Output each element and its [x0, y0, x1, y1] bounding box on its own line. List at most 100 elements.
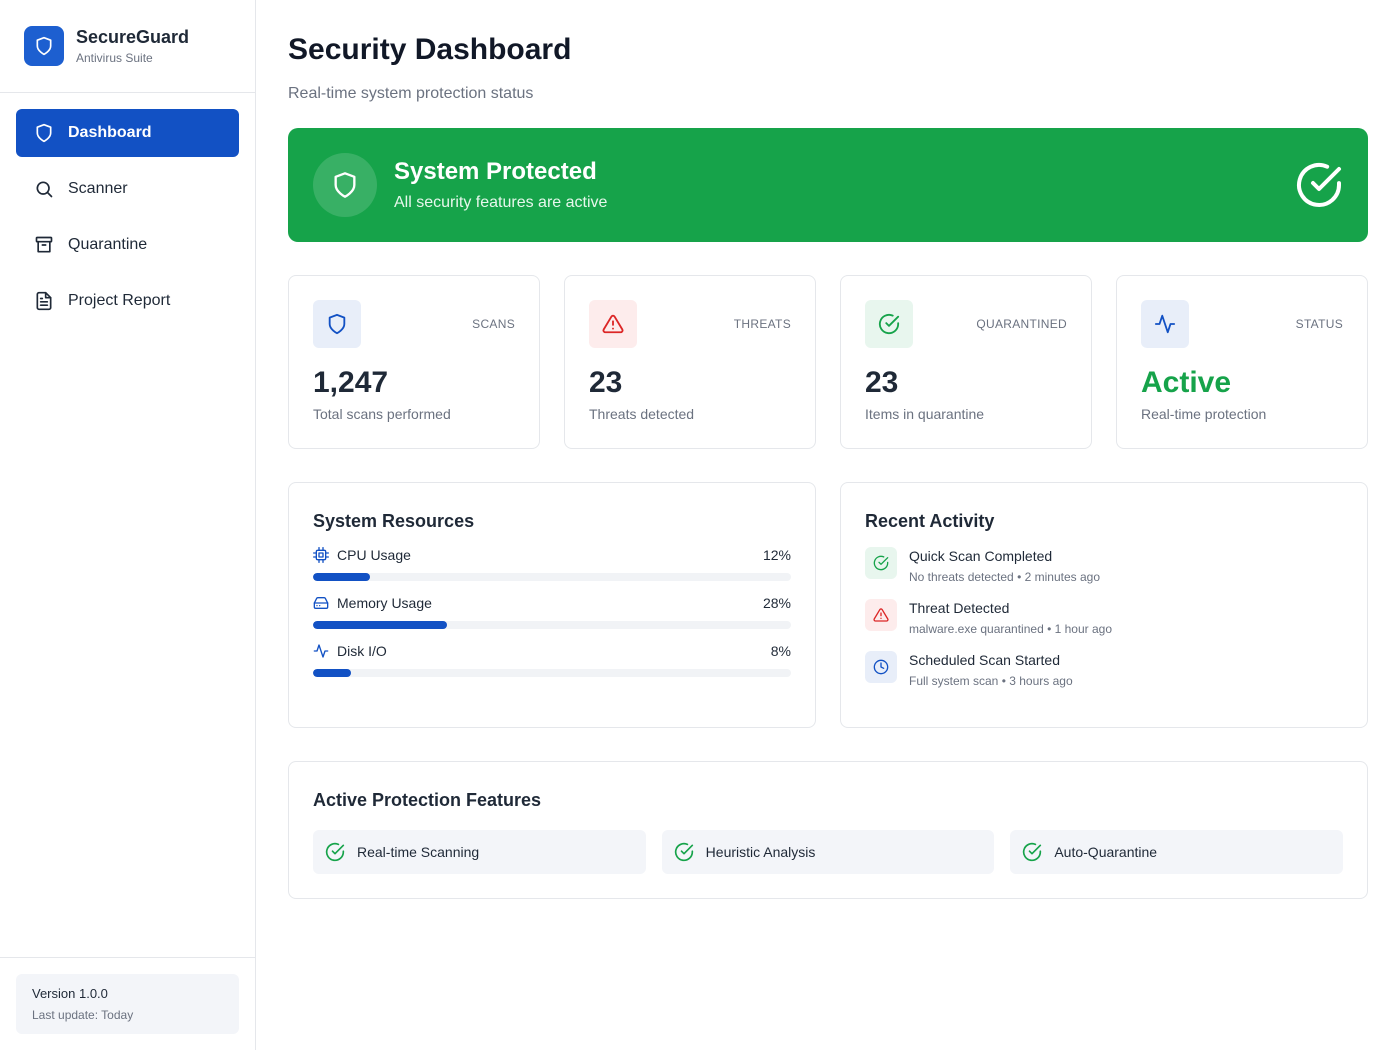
progress-fill — [313, 621, 447, 629]
system-resources-panel: System Resources CPU Usage 12% Memory Us… — [288, 482, 816, 728]
activity-icon — [313, 644, 329, 658]
check-circle-icon — [878, 313, 900, 335]
page-subtitle: Real-time system protection status — [288, 85, 534, 102]
details-row: System Resources CPU Usage 12% Memory Us… — [288, 482, 1368, 728]
activity-item: Threat Detected malware.exe quarantined … — [865, 599, 1343, 637]
activity-time: 1 hour ago — [1054, 622, 1113, 636]
feature-realtime-scanning: Real-time Scanning — [313, 830, 646, 874]
feature-auto-quarantine: Auto-Quarantine — [1010, 830, 1344, 874]
stat-label: THREATS — [733, 317, 791, 331]
recent-activity-panel: Recent Activity Quick Scan Completed No … — [840, 482, 1368, 728]
activity-time: 3 hours ago — [1009, 674, 1073, 688]
check-circle-icon — [1023, 842, 1042, 862]
progress-bar — [313, 621, 791, 629]
feature-label: Heuristic Analysis — [705, 844, 816, 860]
document-icon — [36, 291, 52, 311]
app-subtitle: Antivirus Suite — [76, 51, 153, 65]
search-icon — [36, 181, 53, 198]
activity-title: Quick Scan Completed — [909, 548, 1053, 564]
activity-time: 2 minutes ago — [1024, 570, 1100, 584]
sidebar-item-scanner[interactable]: Scanner — [16, 165, 239, 213]
resource-name: Memory Usage — [337, 595, 432, 611]
sidebar-item-label: Quarantine — [68, 236, 148, 253]
progress-bar — [313, 669, 791, 677]
resource-value: 8% — [770, 643, 791, 659]
stat-card-status: STATUS Active Real-time protection — [1116, 275, 1368, 449]
shield-icon — [36, 123, 52, 143]
hard-drive-icon — [313, 597, 329, 609]
stat-value: 23 — [865, 366, 899, 399]
stat-value: 1,247 — [313, 366, 389, 399]
resource-value: 28% — [762, 595, 791, 611]
feature-heuristic-analysis: Heuristic Analysis — [661, 830, 995, 874]
check-circle-icon — [674, 842, 693, 862]
check-circle-icon — [325, 842, 345, 862]
stat-label: STATUS — [1295, 317, 1343, 331]
panel-title: Recent Activity — [865, 511, 995, 531]
resource-name: Disk I/O — [337, 643, 387, 659]
banner-title: System Protected — [394, 158, 597, 185]
stat-card-scans: SCANS 1,247 Total scans performed — [288, 275, 540, 449]
sidebar-nav: Dashboard Scanner Quarantine Project Rep… — [0, 93, 255, 957]
feature-label: Auto-Quarantine — [1054, 844, 1158, 860]
shield-icon — [328, 313, 346, 335]
stat-value: 23 — [589, 366, 623, 399]
sidebar: SecureGuard Antivirus Suite Dashboard Sc… — [0, 0, 256, 1050]
clock-icon — [873, 659, 889, 675]
shield-icon — [36, 36, 52, 56]
progress-fill — [313, 669, 352, 677]
sidebar-item-label: Project Report — [68, 292, 171, 309]
stat-desc: Threats detected — [589, 406, 695, 422]
activity-detail: No threats detected — [909, 570, 1014, 584]
sidebar-item-label: Scanner — [68, 180, 128, 197]
check-circle-icon — [873, 555, 889, 571]
progress-fill — [313, 573, 371, 581]
activity-item: Quick Scan Completed No threats detected… — [865, 547, 1343, 585]
sidebar-item-label: Dashboard — [68, 124, 152, 141]
sidebar-item-project-report[interactable]: Project Report — [16, 277, 239, 325]
brand-logo — [24, 26, 64, 66]
sidebar-footer: Version 1.0.0 Last update: Today — [0, 957, 255, 1050]
stat-label: SCANS — [472, 317, 515, 331]
stat-card-threats: THREATS 23 Threats detected — [564, 275, 816, 449]
panel-title: System Resources — [313, 511, 475, 531]
archive-icon — [35, 236, 53, 253]
resource-memory: Memory Usage 28% — [313, 595, 791, 629]
app-name: SecureGuard — [76, 27, 190, 47]
cpu-icon — [313, 547, 329, 563]
panel-title: Active Protection Features — [313, 790, 542, 810]
activity-detail: malware.exe quarantined — [909, 622, 1044, 636]
banner-shield — [313, 153, 377, 217]
resource-value: 12% — [762, 547, 791, 563]
activity-detail: Full system scan — [909, 674, 999, 688]
stats-row: SCANS 1,247 Total scans performed THREAT… — [288, 275, 1368, 449]
stat-desc: Real-time protection — [1141, 406, 1267, 422]
sidebar-item-dashboard[interactable]: Dashboard — [16, 109, 239, 157]
protection-features-panel: Active Protection Features Real-time Sca… — [288, 761, 1368, 899]
stat-value: Active — [1141, 366, 1232, 399]
activity-title: Scheduled Scan Started — [909, 652, 1060, 668]
main-content: Security Dashboard Real-time system prot… — [256, 0, 1400, 1050]
stat-card-quarantined: QUARANTINED 23 Items in quarantine — [840, 275, 1092, 449]
page-title: Security Dashboard — [288, 33, 572, 66]
last-update-text: Last update: Today — [32, 1008, 134, 1022]
activity-item: Scheduled Scan Started Full system scan … — [865, 651, 1343, 689]
resource-name: CPU Usage — [337, 547, 411, 563]
brand: SecureGuard Antivirus Suite — [0, 0, 255, 93]
sidebar-item-quarantine[interactable]: Quarantine — [16, 221, 239, 269]
stat-label: QUARANTINED — [976, 317, 1067, 331]
banner-subtitle: All security features are active — [394, 194, 608, 211]
alert-triangle-icon — [873, 608, 889, 622]
progress-bar — [313, 573, 791, 581]
activity-title: Threat Detected — [909, 600, 1010, 616]
protection-banner: System Protected All security features a… — [288, 128, 1368, 242]
check-circle-icon — [1297, 163, 1341, 207]
stat-desc: Total scans performed — [313, 406, 451, 422]
stat-desc: Items in quarantine — [865, 406, 985, 422]
resource-disk: Disk I/O 8% — [313, 643, 791, 677]
shield-icon — [334, 172, 356, 198]
alert-triangle-icon — [602, 314, 624, 334]
version-box: Version 1.0.0 Last update: Today — [16, 974, 239, 1034]
feature-label: Real-time Scanning — [357, 844, 480, 860]
resource-cpu: CPU Usage 12% — [313, 547, 791, 581]
